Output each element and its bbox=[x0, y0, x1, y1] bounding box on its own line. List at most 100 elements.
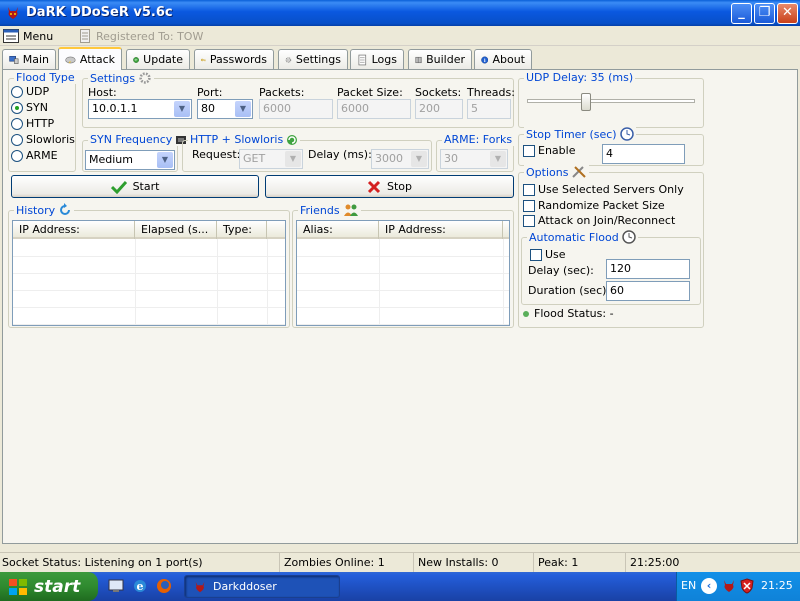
sockets-input[interactable]: 200 bbox=[415, 99, 463, 119]
tab-passwords[interactable]: Passwords bbox=[194, 49, 274, 69]
registered-info: Registered To: TOW bbox=[78, 28, 203, 44]
arme-forks-select[interactable]: 30 ▼ bbox=[440, 149, 508, 169]
udp-delay-slider-thumb[interactable] bbox=[581, 93, 591, 111]
tray-expand-icon[interactable]: ‹ bbox=[701, 578, 717, 594]
auto-duration-input[interactable]: 60 bbox=[606, 281, 690, 301]
status-time: 21:25:00 bbox=[630, 556, 680, 569]
tab-logs[interactable]: Logs bbox=[350, 49, 404, 69]
close-icon: ✕ bbox=[782, 5, 793, 20]
chevron-down-icon[interactable]: ▼ bbox=[285, 151, 301, 167]
stop-timer-group: Stop Timer (sec) Enable 4 bbox=[518, 127, 704, 166]
clock-icon bbox=[622, 230, 636, 244]
chevron-down-icon[interactable]: ▼ bbox=[157, 152, 173, 168]
radio-slowloris[interactable]: Slowloris bbox=[11, 133, 75, 146]
radio-http[interactable]: HTTP bbox=[11, 117, 54, 130]
friends-title: Friends bbox=[298, 203, 361, 217]
automatic-flood-use-checkbox[interactable]: Use bbox=[530, 248, 566, 261]
key-icon bbox=[201, 58, 206, 61]
option-attack-on-join-checkbox[interactable]: Attack on Join/Reconnect bbox=[523, 214, 675, 227]
chevron-down-icon[interactable]: ▼ bbox=[235, 101, 251, 117]
restore-icon: ❐ bbox=[758, 5, 771, 20]
desktop-quicklaunch-icon[interactable] bbox=[108, 578, 124, 594]
column-alias[interactable]: Alias: bbox=[297, 221, 379, 239]
threads-label: Threads: bbox=[467, 86, 515, 99]
packet-size-input[interactable]: 6000 bbox=[337, 99, 411, 119]
start-button[interactable]: Start bbox=[11, 175, 259, 198]
builder-icon bbox=[415, 56, 422, 63]
minimize-button[interactable]: _ bbox=[731, 3, 752, 24]
delay-ms-label: Delay (ms): bbox=[308, 148, 372, 161]
packets-input[interactable]: 6000 bbox=[259, 99, 333, 119]
host-select[interactable]: 10.0.1.1 ▼ bbox=[88, 99, 192, 119]
syn-frequency-select[interactable]: Medium ▼ bbox=[85, 150, 175, 170]
history-refresh-icon bbox=[60, 203, 71, 215]
stop-timer-input[interactable]: 4 bbox=[602, 144, 685, 164]
udp-delay-track[interactable] bbox=[527, 99, 695, 103]
gear-icon bbox=[139, 72, 151, 84]
close-button[interactable]: ✕ bbox=[777, 3, 798, 24]
clock-icon bbox=[619, 127, 634, 141]
column-ip-address[interactable]: IP Address: bbox=[13, 221, 135, 239]
flood-status: Flood Status: - bbox=[523, 307, 614, 320]
devil-tray-icon[interactable] bbox=[721, 578, 737, 594]
auto-delay-label: Delay (sec): bbox=[528, 264, 594, 277]
maximize-button[interactable]: ❐ bbox=[754, 3, 775, 24]
taskbar-item-darkddoser[interactable]: Darkddoser bbox=[184, 575, 340, 598]
chevron-down-icon[interactable]: ▼ bbox=[411, 151, 427, 167]
cloud-icon bbox=[65, 56, 76, 64]
flood-type-group: Flood Type UDP SYN HTTP Slowloris ARME bbox=[8, 71, 77, 172]
firefox-quicklaunch-icon[interactable] bbox=[156, 578, 172, 594]
tab-settings[interactable]: Settings bbox=[278, 49, 348, 69]
history-list-header: IP Address: Elapsed (s... Type: bbox=[13, 221, 285, 239]
automatic-flood-title: Automatic Flood bbox=[527, 230, 638, 244]
chevron-down-icon[interactable]: ▼ bbox=[490, 151, 506, 167]
stop-button[interactable]: Stop bbox=[265, 175, 514, 198]
tab-about[interactable]: i About bbox=[474, 49, 532, 69]
history-group: History IP Address: Elapsed (s... Type: bbox=[8, 203, 290, 328]
x-icon bbox=[367, 180, 381, 193]
start-menu-button[interactable]: start bbox=[0, 572, 98, 601]
menu-label: Menu bbox=[23, 29, 54, 43]
socket-status: Socket Status: Listening on 1 port(s) bbox=[0, 553, 280, 573]
language-indicator[interactable]: EN bbox=[681, 579, 696, 592]
friends-list[interactable]: Alias: IP Address: bbox=[296, 220, 510, 326]
menu-button[interactable]: Menu bbox=[3, 28, 53, 44]
radio-arme[interactable]: ARME bbox=[11, 149, 58, 162]
chevron-down-icon[interactable]: ▼ bbox=[174, 101, 190, 117]
friends-group: Friends Alias: IP Address: bbox=[292, 203, 514, 328]
shield-icon[interactable] bbox=[739, 578, 755, 594]
tab-builder[interactable]: Builder bbox=[408, 49, 472, 69]
history-list[interactable]: IP Address: Elapsed (s... Type: bbox=[12, 220, 286, 326]
port-select[interactable]: 80 ▼ bbox=[197, 99, 253, 119]
arme-forks-group: ARME: Forks 30 ▼ bbox=[436, 133, 515, 172]
settings-group: Settings Host: 10.0.1.1 ▼ Port: 80 ▼ Pac… bbox=[82, 71, 515, 128]
options-title: Options bbox=[524, 165, 590, 179]
ie-quicklaunch-icon[interactable]: e bbox=[132, 578, 148, 594]
syn-frequency-group: SYN Frequency Medium ▼ bbox=[82, 133, 190, 172]
tools-icon bbox=[572, 166, 587, 178]
globe-icon bbox=[133, 56, 139, 63]
option-randomize-packet-size-checkbox[interactable]: Randomize Packet Size bbox=[523, 199, 665, 212]
radio-udp[interactable]: UDP bbox=[11, 85, 49, 98]
tab-attack[interactable]: Attack bbox=[58, 47, 122, 70]
udp-delay-title: UDP Delay: 35 (ms) bbox=[524, 71, 636, 84]
http-slowloris-group: HTTP + Slowloris Request: GET ▼ Delay (m… bbox=[182, 133, 432, 172]
syn-frequency-title: SYN Frequency bbox=[88, 133, 190, 146]
column-friend-ip[interactable]: IP Address: bbox=[379, 221, 503, 239]
request-select[interactable]: GET ▼ bbox=[239, 149, 303, 169]
auto-delay-input[interactable]: 120 bbox=[606, 259, 690, 279]
tab-main[interactable]: Main bbox=[2, 49, 56, 69]
column-elapsed[interactable]: Elapsed (s... bbox=[135, 221, 217, 239]
threads-input[interactable]: 5 bbox=[467, 99, 511, 119]
option-use-selected-servers-checkbox[interactable]: Use Selected Servers Only bbox=[523, 183, 684, 196]
stop-timer-enable-checkbox[interactable]: Enable bbox=[523, 144, 575, 157]
radio-syn[interactable]: SYN bbox=[11, 101, 48, 114]
arme-forks-title: ARME: Forks bbox=[442, 133, 515, 146]
settings-title: Settings bbox=[88, 71, 155, 85]
column-type[interactable]: Type: bbox=[217, 221, 267, 239]
title-bar[interactable]: DaRK DDoSeR v5.6c _ ❐ ✕ bbox=[0, 0, 800, 26]
packets-label: Packets: bbox=[259, 86, 305, 99]
delay-ms-select[interactable]: 3000 ▼ bbox=[371, 149, 429, 169]
tab-update[interactable]: Update bbox=[126, 49, 190, 69]
status-dot-icon bbox=[523, 310, 529, 317]
